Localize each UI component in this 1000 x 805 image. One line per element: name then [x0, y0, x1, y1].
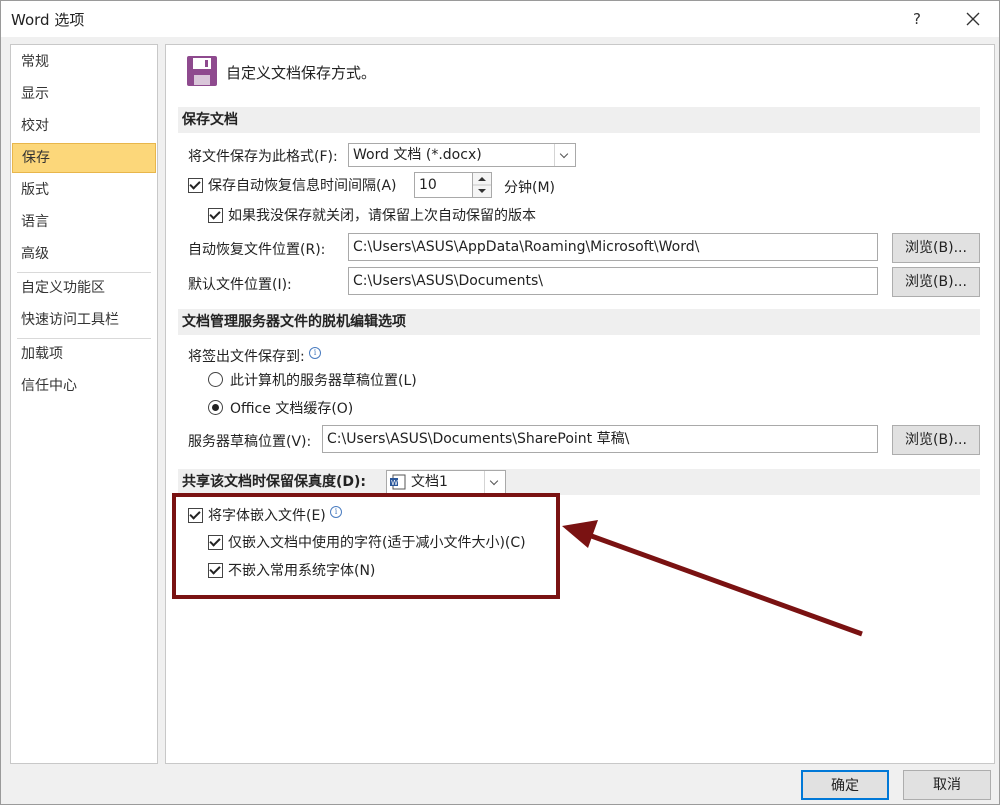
annotation-arrow-icon — [562, 520, 863, 637]
